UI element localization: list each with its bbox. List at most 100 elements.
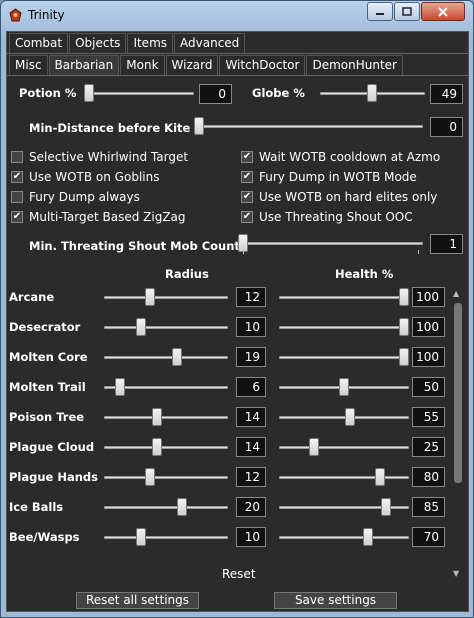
scrollbar-thumb[interactable] bbox=[454, 303, 462, 483]
health-value[interactable]: 25 bbox=[412, 437, 445, 457]
radius-slider[interactable] bbox=[104, 468, 228, 486]
health-slider[interactable] bbox=[279, 468, 409, 486]
health-slider[interactable] bbox=[279, 288, 409, 306]
slider-thumb[interactable] bbox=[345, 408, 355, 426]
health-slider[interactable] bbox=[279, 318, 409, 336]
tab-monk[interactable]: Monk bbox=[120, 55, 165, 75]
radius-value[interactable]: 20 bbox=[236, 497, 266, 517]
checkbox-selective-whirlwind[interactable]: Selective Whirlwind Target bbox=[11, 150, 188, 164]
tab-wizard[interactable]: Wizard bbox=[165, 55, 219, 75]
slider-thumb[interactable] bbox=[399, 348, 409, 366]
radius-slider[interactable] bbox=[104, 318, 228, 336]
checkbox-wotb-hard-elites[interactable]: ✔ Use WOTB on hard elites only bbox=[241, 190, 437, 204]
checkbox-box[interactable] bbox=[11, 191, 23, 203]
radius-value[interactable]: 19 bbox=[236, 347, 266, 367]
checkbox-fury-dump-always[interactable]: Fury Dump always bbox=[11, 190, 140, 204]
shout-count-slider[interactable] bbox=[238, 234, 423, 252]
slider-thumb[interactable] bbox=[172, 348, 183, 366]
slider-thumb[interactable] bbox=[145, 288, 156, 306]
potion-slider[interactable] bbox=[84, 84, 194, 102]
checkbox-fury-dump-wotb[interactable]: ✔ Fury Dump in WOTB Mode bbox=[241, 170, 417, 184]
slider-thumb[interactable] bbox=[309, 438, 319, 456]
health-value[interactable]: 100 bbox=[412, 347, 445, 367]
health-value[interactable]: 80 bbox=[412, 467, 445, 487]
scroll-down-icon[interactable]: ▼ bbox=[453, 569, 459, 578]
health-slider[interactable] bbox=[279, 378, 409, 396]
shout-count-value[interactable]: 1 bbox=[430, 234, 463, 254]
slider-thumb[interactable] bbox=[151, 408, 162, 426]
slider-thumb[interactable] bbox=[399, 318, 409, 336]
radius-value[interactable]: 12 bbox=[236, 287, 266, 307]
health-value[interactable]: 100 bbox=[412, 287, 445, 307]
slider-thumb[interactable] bbox=[84, 84, 94, 102]
checkbox-box[interactable]: ✔ bbox=[241, 171, 253, 183]
slider-thumb[interactable] bbox=[135, 528, 146, 546]
slider-thumb[interactable] bbox=[381, 498, 391, 516]
health-value[interactable]: 100 bbox=[412, 317, 445, 337]
scroll-up-icon[interactable]: ▲ bbox=[453, 289, 459, 298]
tab-advanced[interactable]: Advanced bbox=[174, 33, 246, 53]
reset-all-button[interactable]: Reset all settings bbox=[76, 592, 199, 609]
health-slider[interactable] bbox=[279, 348, 409, 366]
radius-slider[interactable] bbox=[104, 378, 228, 396]
health-slider[interactable] bbox=[279, 408, 409, 426]
radius-value[interactable]: 12 bbox=[236, 467, 266, 487]
checkbox-box[interactable] bbox=[11, 151, 23, 163]
health-slider[interactable] bbox=[279, 438, 409, 456]
globe-value[interactable]: 49 bbox=[430, 84, 463, 104]
save-settings-button[interactable]: Save settings bbox=[274, 592, 397, 609]
tab-objects[interactable]: Objects bbox=[69, 33, 127, 53]
reset-button[interactable]: Reset bbox=[222, 567, 256, 581]
slider-thumb[interactable] bbox=[145, 468, 156, 486]
potion-value[interactable]: 0 bbox=[199, 84, 232, 104]
checkbox-box[interactable]: ✔ bbox=[241, 191, 253, 203]
slider-thumb[interactable] bbox=[135, 318, 146, 336]
health-value[interactable]: 50 bbox=[412, 377, 445, 397]
checkbox-wotb-goblins[interactable]: ✔ Use WOTB on Goblins bbox=[11, 170, 159, 184]
checkbox-box[interactable]: ✔ bbox=[11, 211, 23, 223]
radius-value[interactable]: 14 bbox=[236, 437, 266, 457]
slider-thumb[interactable] bbox=[115, 378, 126, 396]
checkbox-wait-wotb-azmo[interactable]: ✔ Wait WOTB cooldown at Azmo bbox=[241, 150, 440, 164]
tab-combat[interactable]: Combat bbox=[9, 33, 69, 53]
checkbox-box[interactable]: ✔ bbox=[241, 211, 253, 223]
min-distance-slider[interactable] bbox=[194, 117, 423, 135]
slider-thumb[interactable] bbox=[151, 438, 162, 456]
slider-thumb[interactable] bbox=[363, 528, 373, 546]
radius-slider[interactable] bbox=[104, 288, 228, 306]
checkbox-multi-target-zigzag[interactable]: ✔ Multi-Target Based ZigZag bbox=[11, 210, 186, 224]
checkbox-box[interactable]: ✔ bbox=[11, 171, 23, 183]
slider-thumb[interactable] bbox=[176, 498, 187, 516]
minimize-button[interactable] bbox=[367, 2, 393, 21]
globe-slider[interactable] bbox=[320, 84, 425, 102]
health-value[interactable]: 55 bbox=[412, 407, 445, 427]
radius-value[interactable]: 10 bbox=[236, 317, 266, 337]
radius-value[interactable]: 6 bbox=[236, 377, 266, 397]
vertical-scrollbar[interactable]: ▲ ▼ bbox=[452, 289, 464, 581]
health-slider[interactable] bbox=[279, 498, 409, 516]
health-value[interactable]: 70 bbox=[412, 527, 445, 547]
slider-thumb[interactable] bbox=[399, 288, 409, 306]
title-bar[interactable]: Trinity bbox=[1, 1, 473, 31]
tab-witchdoctor[interactable]: WitchDoctor bbox=[219, 55, 306, 75]
slider-thumb[interactable] bbox=[194, 117, 204, 135]
checkbox-box[interactable]: ✔ bbox=[241, 151, 253, 163]
checkbox-threating-shout-ooc[interactable]: ✔ Use Threating Shout OOC bbox=[241, 210, 413, 224]
radius-slider[interactable] bbox=[104, 528, 228, 546]
radius-value[interactable]: 10 bbox=[236, 527, 266, 547]
health-slider[interactable] bbox=[279, 528, 409, 546]
tab-misc[interactable]: Misc bbox=[9, 55, 48, 75]
maximize-button[interactable] bbox=[394, 2, 420, 21]
close-button[interactable] bbox=[421, 2, 465, 21]
min-distance-value[interactable]: 0 bbox=[430, 117, 463, 137]
tab-items[interactable]: Items bbox=[127, 33, 174, 53]
radius-slider[interactable] bbox=[104, 498, 228, 516]
tab-demonhunter[interactable]: DemonHunter bbox=[306, 55, 403, 75]
tab-barbarian[interactable]: Barbarian bbox=[48, 55, 120, 75]
slider-thumb[interactable] bbox=[366, 84, 377, 102]
slider-thumb[interactable] bbox=[375, 468, 385, 486]
radius-slider[interactable] bbox=[104, 408, 228, 426]
radius-slider[interactable] bbox=[104, 438, 228, 456]
radius-value[interactable]: 14 bbox=[236, 407, 266, 427]
health-value[interactable]: 85 bbox=[412, 497, 445, 517]
